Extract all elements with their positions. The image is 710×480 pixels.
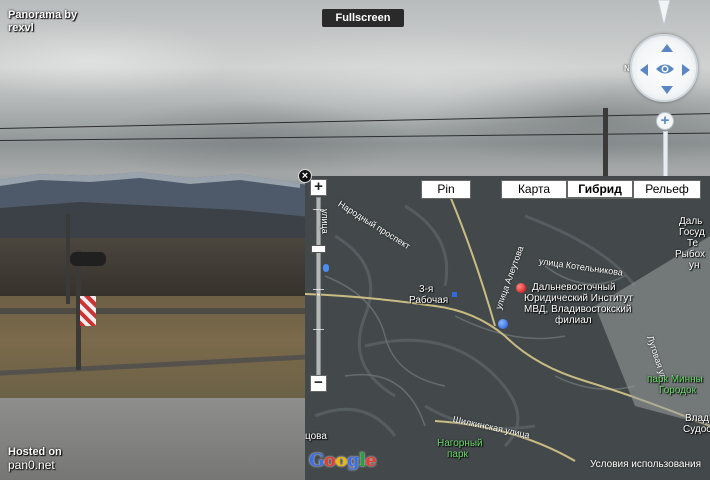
compass-ring[interactable] [630,34,698,102]
fullscreen-button[interactable]: Fullscreen [322,9,404,27]
google-logo-g2: g [346,450,360,471]
zoom-tick [313,289,324,290]
street-label: цова [305,431,327,442]
place-label: Рабочая [409,295,449,306]
street-label: улица [320,209,330,234]
place-label: Даль [679,216,703,227]
pin-button[interactable]: Pin [421,180,471,199]
map-type-hybrid-button[interactable]: Гибрид [567,180,633,199]
eye-icon[interactable] [655,62,675,76]
map-zoom-in-button[interactable]: + [310,179,327,196]
poi-label: Юридический Институт [524,293,633,304]
panorama-credit: Panorama by rexvl [8,9,77,35]
pan-left-icon[interactable] [640,64,648,76]
terms-of-use-link[interactable]: Условия использования [590,459,701,470]
map-panel[interactable]: + − Pin Карта Гибрид Рельеф Народный про… [305,176,710,480]
google-logo: Google [309,450,377,471]
utility-pole [603,108,608,178]
park-label: Нагорный [437,438,483,449]
poi-label: МВД, Владивостокский [524,304,632,315]
place-label: Госуд [679,227,705,238]
place-label: Влад [685,413,709,424]
location-marker-red[interactable] [516,283,526,293]
credit-author: rexvl [8,22,34,34]
north-pointer-icon [657,0,671,26]
google-logo-o1: o [323,450,336,471]
map-type-terrain-button[interactable]: Рельеф [633,180,701,199]
google-logo-e: e [365,450,377,471]
signal-head [70,252,106,266]
crossing-sign [80,296,96,326]
park-label: парк [447,449,468,460]
pan-down-icon[interactable] [661,86,673,94]
park-label: парк Минны [647,374,703,385]
poi-label: Дальневосточный [532,282,616,293]
map-type-switcher: Карта Гибрид Рельеф [501,180,701,199]
map-point-marker[interactable] [452,292,457,297]
pan-right-icon[interactable] [682,64,690,76]
place-label: ун [689,260,700,271]
pano-zoom-in-button[interactable]: + [656,112,674,130]
map-edge-marker[interactable] [323,264,329,272]
poi-label: филиал [555,315,592,326]
place-label: Судос [683,424,710,435]
zoom-tick [313,329,324,330]
map-close-button[interactable]: × [298,169,312,183]
map-zoom-out-button[interactable]: − [310,375,327,392]
map-zoom-handle[interactable] [311,245,326,253]
pan-up-icon[interactable] [661,44,673,52]
hosted-on-credit[interactable]: Hosted on pan0.net [8,446,62,472]
place-label: Рыбох [675,249,706,260]
hosted-on-link[interactable]: pan0.net [8,459,62,472]
park-label: Городок [659,385,696,396]
google-logo-o2: o [335,450,347,471]
place-label: 3-я [419,284,434,295]
google-logo-g: G [309,450,324,471]
map-type-map-button[interactable]: Карта [501,180,567,199]
place-label: Те [687,238,699,249]
north-label: N [624,64,630,73]
panorama-position-marker[interactable] [498,319,508,329]
credit-line1: Panorama by [8,9,78,21]
